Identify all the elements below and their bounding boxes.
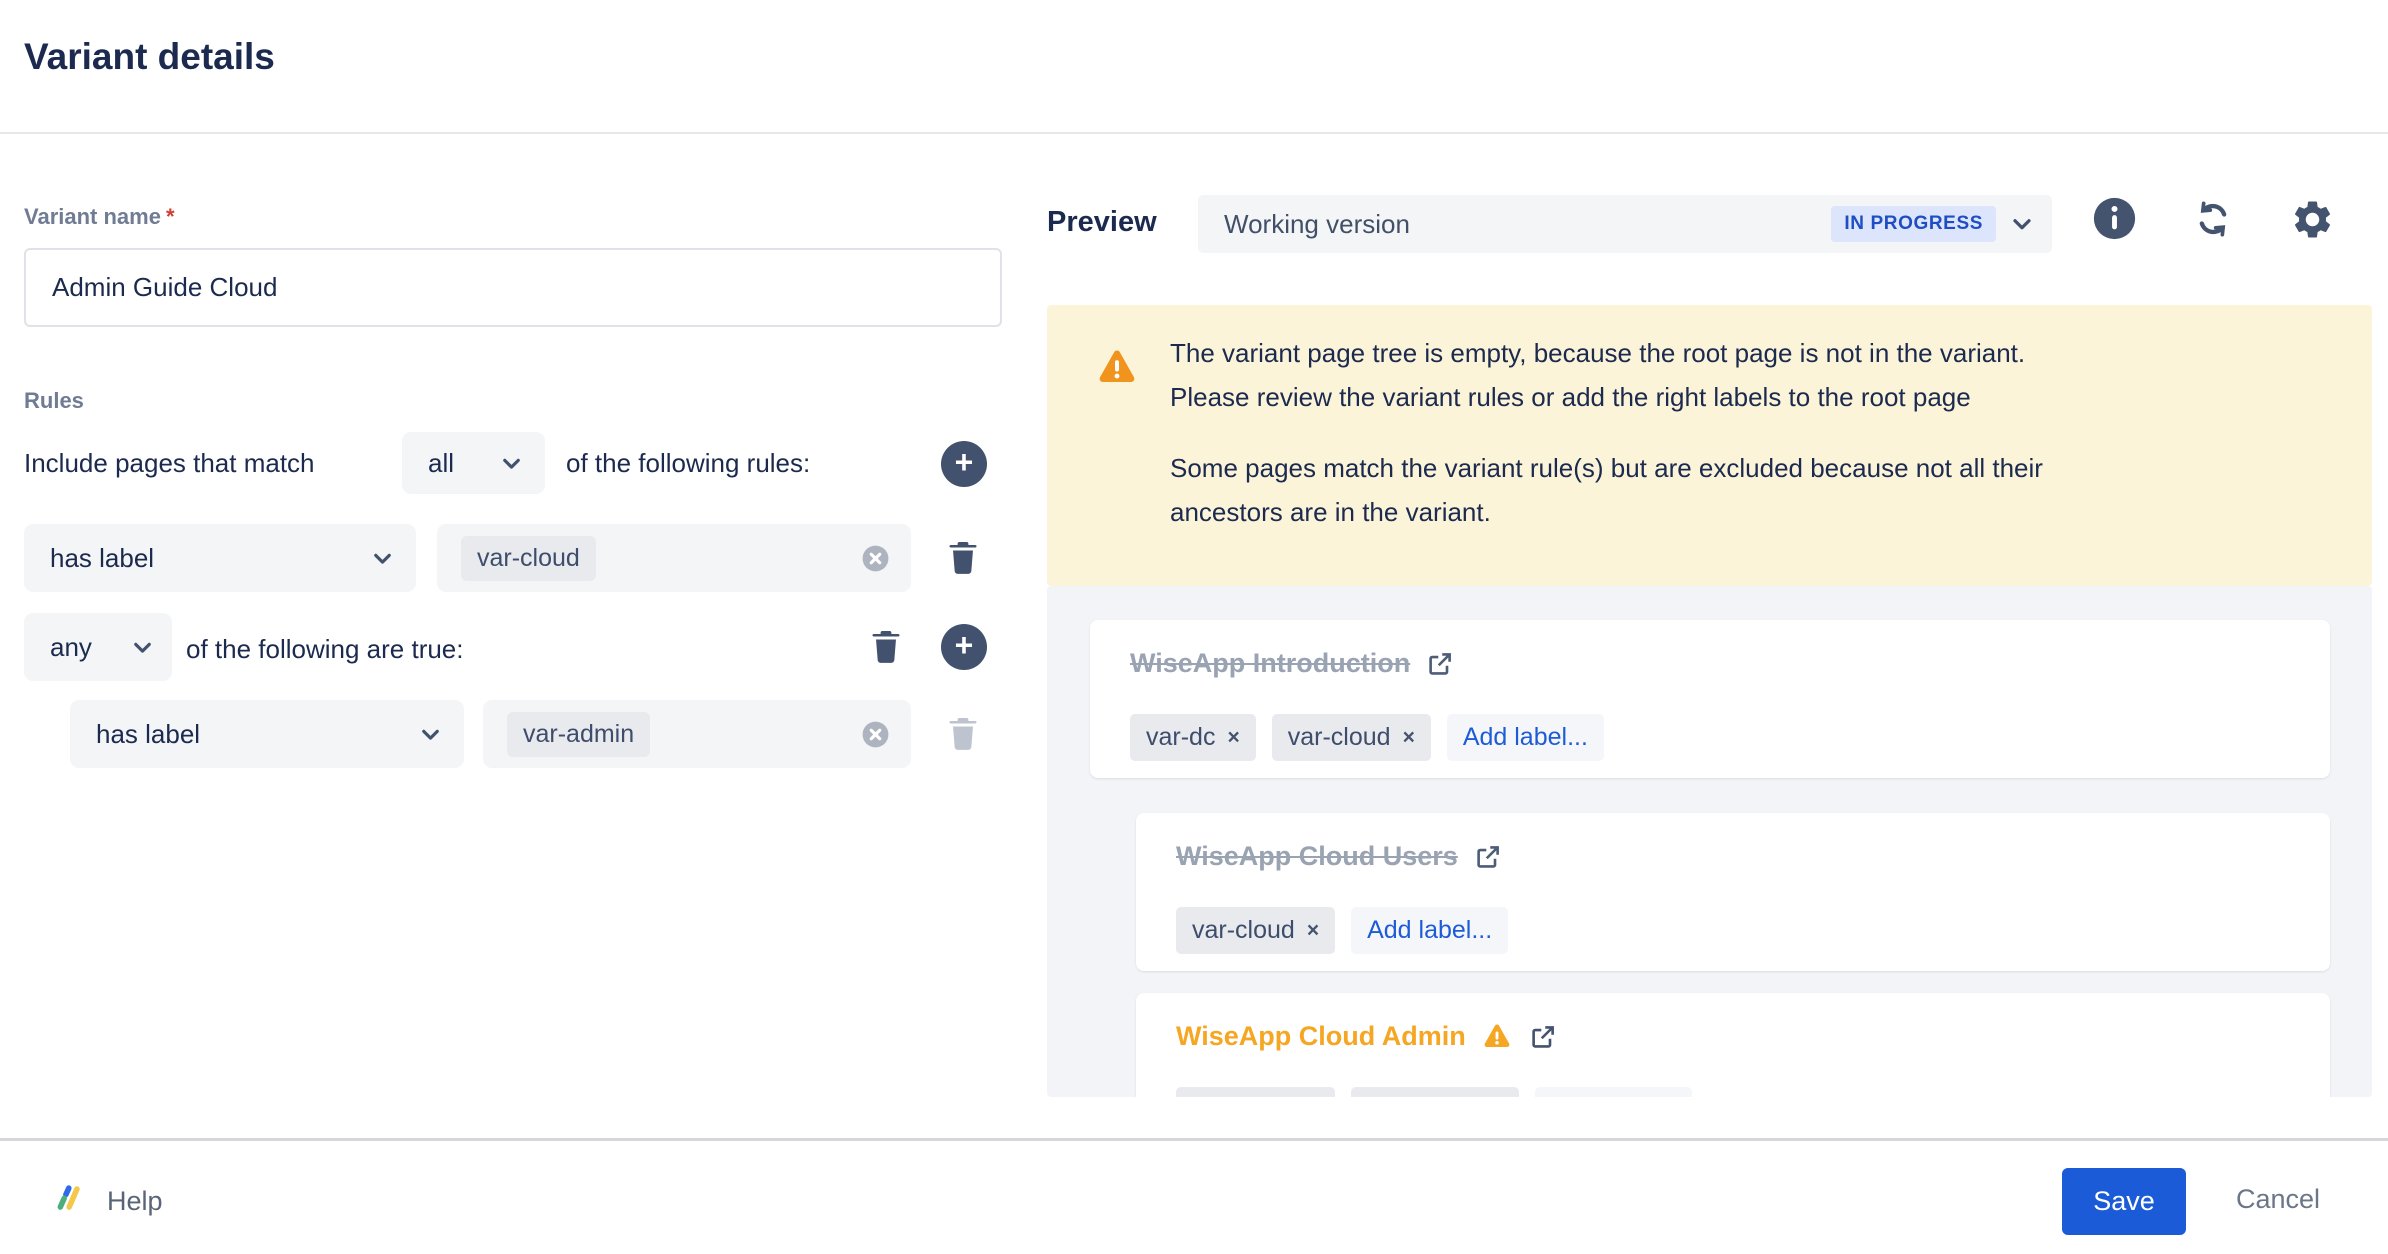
delete-rule2-button-disabled[interactable] — [944, 714, 982, 754]
rule2-field-value: has label — [96, 719, 200, 750]
help-link[interactable]: Help — [52, 1183, 163, 1220]
settings-button[interactable] — [2290, 197, 2335, 242]
warning-alert: The variant page tree is empty, because … — [1047, 305, 2372, 586]
tree-page-card: WiseApp Cloud Users var-cloud × Add labe… — [1136, 813, 2330, 971]
page-title-link[interactable]: WiseApp Cloud Admin — [1176, 1021, 1466, 1052]
page-label-chip: var-dc × — [1130, 714, 1256, 761]
match-operator-select[interactable]: all — [402, 432, 545, 494]
plus-icon: + — [955, 629, 974, 661]
add-label-button[interactable]: Add label... — [1447, 714, 1604, 761]
external-link-icon[interactable] — [1473, 842, 1503, 872]
rule1-value-field[interactable]: var-cloud — [437, 524, 911, 592]
refresh-sync-icon — [2193, 199, 2233, 239]
version-value: Working version — [1224, 209, 1410, 240]
header-divider — [0, 132, 2388, 134]
variant-name-label: Variant name* — [24, 204, 175, 230]
rules-heading: Rules — [24, 388, 84, 414]
chevron-down-icon — [498, 450, 525, 477]
page-label-chip: var-admin × — [1351, 1087, 1518, 1097]
group-sentence: of the following are true: — [186, 634, 464, 665]
rule2-value-field[interactable]: var-admin — [483, 700, 911, 768]
required-asterisk: * — [166, 204, 175, 229]
tree-page-card: WiseApp Cloud Admin var-cloud × var-admi… — [1136, 993, 2330, 1097]
rule2-field-select[interactable]: has label — [70, 700, 464, 768]
match-sentence-suffix: of the following rules: — [566, 448, 810, 479]
save-button[interactable]: Save — [2062, 1168, 2186, 1235]
plus-icon: + — [955, 446, 974, 478]
page-label-chip: var-cloud × — [1176, 1087, 1335, 1097]
warning-line: Please review the variant rules or add t… — [1170, 375, 2350, 419]
page-label-chip: var-cloud × — [1176, 907, 1335, 954]
gear-icon — [2290, 197, 2335, 242]
add-label-button[interactable]: Add label... — [1351, 907, 1508, 954]
preview-label: Preview — [1047, 206, 1157, 239]
k15t-logo-icon — [52, 1183, 89, 1220]
refresh-button[interactable] — [2193, 199, 2233, 239]
info-icon — [2092, 196, 2137, 241]
match-operator-value: all — [428, 448, 454, 479]
trash-icon — [944, 538, 982, 578]
page-label-chip: var-cloud × — [1272, 714, 1431, 761]
page-title: Variant details — [24, 36, 275, 78]
version-selector[interactable]: Working version IN PROGRESS — [1198, 195, 2052, 253]
delete-group-button[interactable] — [867, 627, 905, 667]
info-button[interactable] — [2092, 196, 2137, 241]
help-label: Help — [107, 1186, 163, 1217]
group-operator-select[interactable]: any — [24, 613, 172, 681]
clear-icon[interactable] — [860, 543, 891, 574]
add-label-button[interactable]: Add label... — [1535, 1087, 1692, 1097]
warning-icon — [1481, 1022, 1513, 1052]
group-operator-value: any — [50, 632, 92, 663]
external-link-icon[interactable] — [1528, 1022, 1558, 1052]
chevron-down-icon — [129, 634, 156, 661]
warning-line: The variant page tree is empty, because … — [1170, 331, 2350, 375]
tree-page-card: WiseApp Introduction var-dc × var-cloud … — [1090, 620, 2330, 778]
rule2-label-tag: var-admin — [507, 712, 650, 757]
warning-line: Some pages match the variant rule(s) but… — [1170, 446, 2350, 490]
remove-label-icon[interactable]: × — [1307, 920, 1319, 941]
warning-icon — [1095, 347, 1139, 389]
rule1-label-tag: var-cloud — [461, 536, 596, 581]
trash-icon — [944, 714, 982, 754]
add-nested-rule-button[interactable]: + — [941, 624, 987, 670]
page-title-link[interactable]: WiseApp Cloud Users — [1176, 841, 1458, 872]
cancel-button[interactable]: Cancel — [2236, 1184, 2320, 1215]
chevron-down-icon[interactable] — [2008, 210, 2036, 238]
chevron-down-icon — [417, 721, 444, 748]
clear-icon[interactable] — [860, 719, 891, 750]
remove-label-icon[interactable]: × — [1227, 727, 1239, 748]
match-sentence-prefix: Include pages that match — [24, 448, 315, 479]
footer-divider — [0, 1138, 2388, 1141]
warning-text: The variant page tree is empty, because … — [1170, 331, 2350, 534]
variant-name-input[interactable] — [24, 248, 1002, 327]
add-rule-button[interactable]: + — [941, 441, 987, 487]
status-badge: IN PROGRESS — [1831, 206, 1996, 242]
rule1-field-value: has label — [50, 543, 154, 574]
variant-details-dialog: Variant details Variant name* Rules Incl… — [0, 0, 2388, 1254]
trash-icon — [867, 627, 905, 667]
variant-page-tree: WiseApp Introduction var-dc × var-cloud … — [1047, 586, 2372, 1097]
chevron-down-icon — [369, 545, 396, 572]
warning-line: ancestors are in the variant. — [1170, 490, 2350, 534]
remove-label-icon[interactable]: × — [1403, 727, 1415, 748]
delete-rule1-button[interactable] — [944, 538, 982, 578]
external-link-icon[interactable] — [1425, 649, 1455, 679]
rule1-field-select[interactable]: has label — [24, 524, 416, 592]
page-title-link[interactable]: WiseApp Introduction — [1130, 648, 1410, 679]
